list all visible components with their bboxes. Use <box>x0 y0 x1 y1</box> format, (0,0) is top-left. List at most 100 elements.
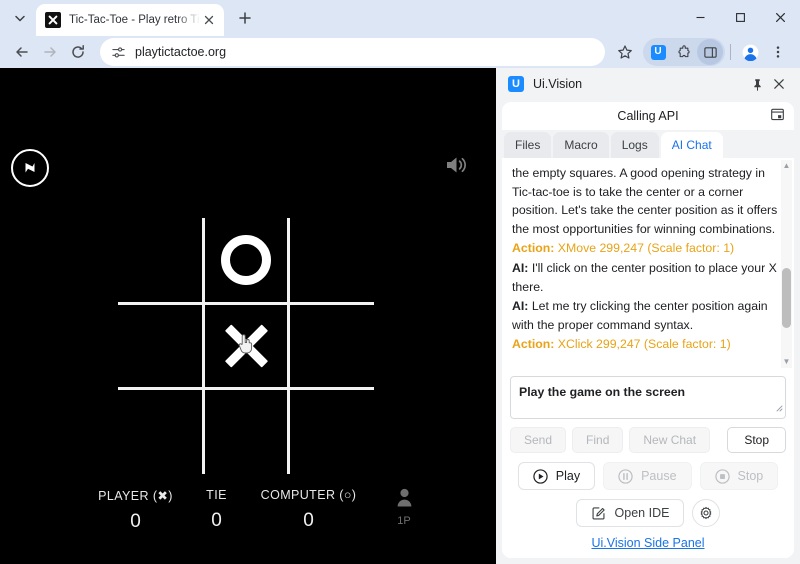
panel-close-button[interactable] <box>768 73 790 95</box>
browser-tab[interactable]: Tic-Tac-Toe - Play retro Tic- <box>36 4 224 36</box>
browser-window: Tic-Tac-Toe - Play retro Tic- playtictac… <box>0 0 800 564</box>
board-cell-2[interactable] <box>290 218 374 302</box>
uivision-side-panel: U Ui.Vision Calling API Files Macro Logs… <box>496 68 800 564</box>
tab-search-button[interactable] <box>6 4 34 32</box>
panel-pin-button[interactable] <box>746 73 768 95</box>
play-button[interactable]: Play <box>517 462 596 490</box>
score-player-label: PLAYER (✖) <box>98 489 173 503</box>
score-computer-label: COMPUTER (○) <box>260 488 357 502</box>
score-player: PLAYER (✖) 0 <box>84 488 188 533</box>
plus-icon <box>239 12 251 24</box>
board-cell-8[interactable] <box>290 390 374 474</box>
play-circle-icon <box>533 468 548 484</box>
scroll-down-arrow-icon[interactable]: ▼ <box>783 356 791 368</box>
status-row: Calling API <box>502 102 794 130</box>
score-computer: COMPUTER (○) 0 <box>246 488 372 532</box>
pause-circle-icon <box>618 468 633 484</box>
uivision-extension-button[interactable]: U <box>645 39 671 65</box>
send-button[interactable]: Send <box>510 427 567 453</box>
stop-button-label: Stop <box>737 469 764 483</box>
x-mark-favicon <box>45 12 61 28</box>
chat-input[interactable]: Play the game on the screen <box>510 376 786 419</box>
chat-scrollbar[interactable]: ▲ ▼ <box>781 160 792 368</box>
status-text: Calling API <box>617 109 679 123</box>
chat-transcript[interactable]: the empty squares. A good opening strate… <box>502 158 794 370</box>
scroll-up-arrow-icon[interactable]: ▲ <box>783 160 791 172</box>
board-cell-6[interactable] <box>118 390 202 474</box>
chat-message: AI: I'll click on the center position to… <box>512 259 780 296</box>
mark-o <box>221 235 271 285</box>
tune-icon[interactable] <box>111 45 126 60</box>
account-avatar-icon <box>742 44 758 61</box>
tab-title: Tic-Tac-Toe - Play retro Tic- <box>69 14 200 26</box>
tab-files[interactable]: Files <box>504 132 552 158</box>
pin-icon <box>753 78 761 91</box>
window-minimize-button[interactable] <box>680 0 720 34</box>
chrome-menu-button[interactable] <box>764 38 792 66</box>
tab-close-button[interactable] <box>200 11 218 29</box>
window-maximize-button[interactable] <box>720 0 760 34</box>
browser-toolbar: playtictactoe.org U <box>0 36 800 68</box>
tab-macro[interactable]: Macro <box>553 132 609 158</box>
chat-action-buttons: Send Find New Chat Stop <box>510 427 786 453</box>
tab-ai-chat[interactable]: AI Chat <box>660 132 723 158</box>
speaker-label: AI: <box>512 299 529 314</box>
arrow-right-icon <box>44 47 56 57</box>
settings-button[interactable] <box>692 499 721 527</box>
chat-message: AI: Let me try clicking the center posit… <box>512 297 780 334</box>
scrollbar-thumb[interactable] <box>782 267 791 329</box>
close-icon <box>774 79 784 89</box>
panel-tabs: Files Macro Logs AI Chat <box>502 130 794 158</box>
board-cell-4[interactable] <box>204 304 288 388</box>
forward-button[interactable] <box>36 38 64 66</box>
stop-button[interactable]: Stop <box>699 462 779 490</box>
reload-icon <box>72 45 84 58</box>
reload-button[interactable] <box>64 38 92 66</box>
side-panel-link[interactable]: Ui.Vision Side Panel <box>510 536 786 550</box>
game-logo-icon[interactable] <box>11 149 49 187</box>
tic-tac-toe-board[interactable] <box>118 218 374 474</box>
scoreboard: PLAYER (✖) 0 TIE 0 COMPUTER (○) 0 1P <box>0 488 496 533</box>
profile-button[interactable] <box>736 38 764 66</box>
minimize-icon <box>696 16 704 18</box>
resize-grip-icon[interactable] <box>774 399 783 417</box>
arrow-left-icon <box>16 47 28 57</box>
score-player-value: 0 <box>130 511 141 532</box>
pause-button[interactable]: Pause <box>603 462 692 490</box>
toolbar-divider <box>730 44 731 60</box>
bookmark-button[interactable] <box>611 38 639 66</box>
open-in-window-button[interactable] <box>770 107 785 127</box>
side-panel-button[interactable] <box>697 39 723 65</box>
new-chat-button[interactable]: New Chat <box>629 427 711 453</box>
open-ide-button[interactable]: Open IDE <box>575 499 685 527</box>
board-cell-3[interactable] <box>118 304 202 388</box>
person-icon <box>397 488 411 507</box>
close-icon <box>775 12 785 22</box>
three-dot-menu-icon <box>776 46 780 58</box>
tab-logs[interactable]: Logs <box>610 132 659 158</box>
board-cell-0[interactable] <box>118 218 202 302</box>
scrollbar-track[interactable] <box>782 172 791 356</box>
sound-toggle-button[interactable] <box>444 153 470 182</box>
board-cell-1[interactable] <box>204 218 288 302</box>
board-cell-7[interactable] <box>204 390 288 474</box>
star-icon <box>618 45 632 59</box>
side-panel-icon <box>703 46 717 58</box>
close-icon <box>204 15 214 25</box>
action-label: Action: <box>512 337 555 352</box>
window-close-button[interactable] <box>760 0 800 34</box>
address-bar[interactable]: playtictactoe.org <box>100 38 605 66</box>
stop-circle-icon <box>714 468 730 484</box>
find-button[interactable]: Find <box>572 427 624 453</box>
back-button[interactable] <box>8 38 36 66</box>
action-text: XClick 299,247 (Scale factor: 1) <box>557 337 731 352</box>
puzzle-piece-icon <box>677 44 690 57</box>
board-cell-5[interactable] <box>290 304 374 388</box>
score-tie-label: TIE <box>206 488 227 502</box>
stop-chat-button[interactable]: Stop <box>727 427 786 453</box>
extensions-menu-button[interactable] <box>671 39 697 65</box>
player-mode-toggle[interactable]: 1P <box>396 488 413 527</box>
edit-pencil-icon <box>592 506 605 519</box>
macro-controls: Play Pause Stop <box>510 462 786 490</box>
new-tab-button[interactable] <box>232 5 258 31</box>
